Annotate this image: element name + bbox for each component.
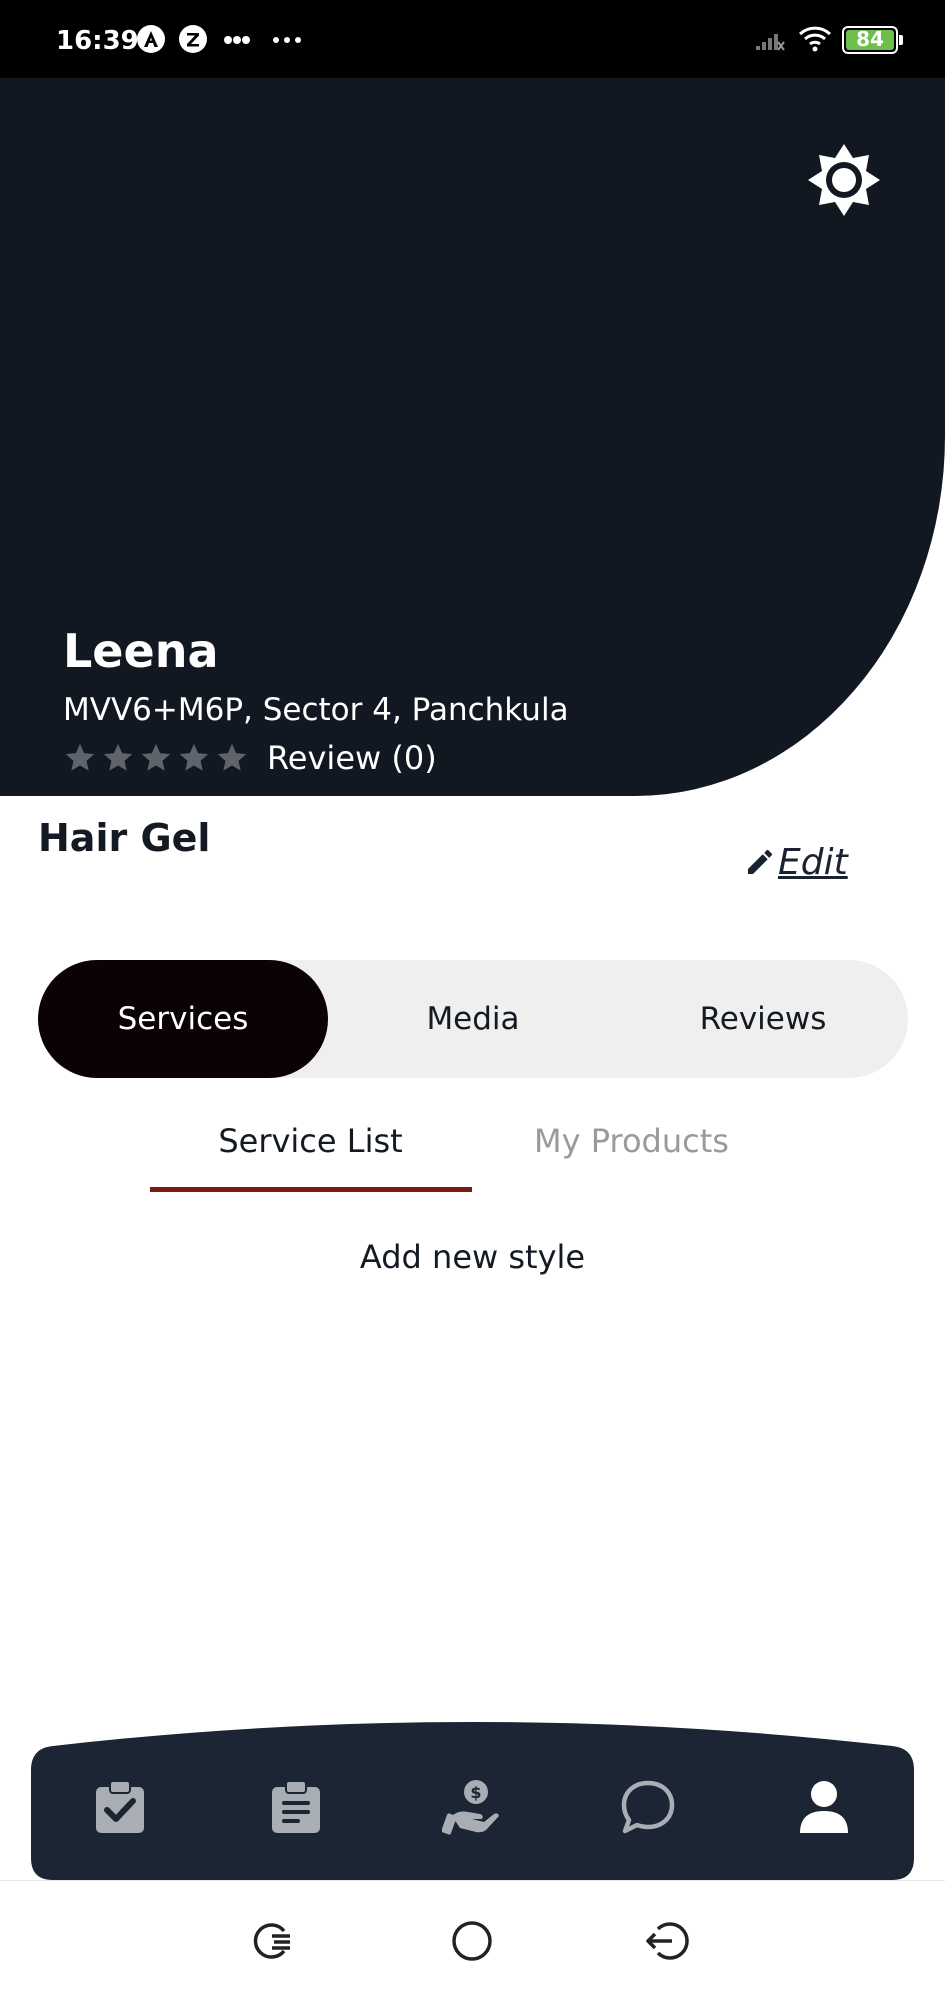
subtab-service-list[interactable]: Service List — [150, 1120, 471, 1194]
tab-services[interactable]: Services — [38, 960, 328, 1078]
system-navigation-bar — [0, 1880, 945, 1995]
edit-button[interactable]: Edit — [744, 838, 848, 886]
overflow-dots-icon — [273, 37, 301, 43]
z-circle-icon — [179, 25, 207, 53]
more-dots-icon — [224, 36, 250, 44]
battery-level: 84 — [856, 27, 884, 51]
pencil-icon — [748, 849, 773, 874]
battery-icon: 84 — [842, 26, 904, 54]
home-icon[interactable] — [446, 1915, 498, 1967]
nav-bookings[interactable] — [261, 1772, 331, 1842]
profile-header — [0, 78, 945, 796]
star-icon — [179, 743, 209, 771]
signal-icon — [756, 34, 785, 51]
nav-appointments[interactable] — [85, 1772, 155, 1842]
salon-address: MVV6+M6P, Sector 4, Panchkula — [63, 692, 569, 728]
user-profile-icon — [800, 1781, 848, 1833]
main-tabs: Services Media Reviews — [38, 960, 908, 1078]
salon-name: Leena — [63, 624, 219, 678]
clipboard-list-icon — [272, 1780, 320, 1833]
hand-dollar-icon: $ — [442, 1780, 499, 1835]
brightness-icon[interactable] — [806, 142, 882, 218]
nav-messages[interactable] — [613, 1772, 683, 1842]
recents-icon[interactable] — [246, 1915, 298, 1967]
star-icon — [217, 743, 247, 771]
edit-label: Edit — [778, 841, 848, 883]
nav-profile[interactable] — [789, 1772, 859, 1842]
star-icon — [141, 743, 171, 771]
service-subtabs: Service List My Products — [150, 1120, 792, 1194]
star-icon — [65, 743, 95, 771]
status-bar: 16:39 84 — [0, 0, 945, 78]
clipboard-check-icon — [96, 1780, 144, 1833]
subtab-my-products[interactable]: My Products — [471, 1120, 792, 1194]
active-subtab-indicator — [150, 1187, 472, 1192]
chat-bubble-icon — [621, 1780, 675, 1834]
add-new-style-button[interactable]: Add new style — [0, 1238, 945, 1276]
svg-text:$: $ — [470, 1783, 481, 1802]
bottom-nav: $ — [31, 1722, 914, 1880]
review-count[interactable]: Review (0) — [267, 739, 437, 777]
wifi-icon — [798, 26, 832, 52]
tab-media[interactable]: Media — [328, 960, 618, 1078]
back-icon[interactable] — [642, 1915, 694, 1967]
a-circle-icon — [137, 25, 165, 53]
style-title: Hair Gel — [38, 816, 211, 860]
status-time: 16:39 — [56, 26, 139, 56]
tab-reviews[interactable]: Reviews — [618, 960, 908, 1078]
nav-earnings[interactable]: $ — [437, 1772, 507, 1842]
rating-row: Review (0) — [63, 738, 437, 778]
star-icon — [103, 743, 133, 771]
